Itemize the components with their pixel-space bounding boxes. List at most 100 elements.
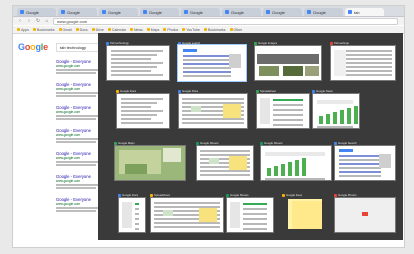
window-thumbnail[interactable]: Google Docs bbox=[118, 193, 146, 233]
bookmark-label: News bbox=[134, 27, 143, 32]
bookmark-8[interactable]: Photos bbox=[163, 28, 178, 32]
window-thumbnail[interactable]: Google Keep bbox=[282, 193, 330, 231]
preview-line bbox=[135, 228, 139, 230]
window-thumbnail[interactable]: Google search bbox=[178, 41, 246, 81]
tab-1[interactable]: Google bbox=[58, 8, 97, 16]
bookmark-2[interactable]: Gmail bbox=[58, 28, 72, 32]
thumbnail-preview bbox=[106, 45, 170, 81]
preview-block bbox=[199, 208, 217, 222]
bookmark-folder-icon bbox=[182, 28, 186, 31]
bookmark-folder-icon bbox=[146, 28, 150, 31]
tab-favicon-icon bbox=[307, 10, 311, 14]
preview-line bbox=[182, 118, 244, 120]
back-arrow-icon[interactable]: ‹ bbox=[17, 18, 23, 24]
tab-3[interactable]: Google bbox=[140, 8, 179, 16]
tab-0[interactable]: Google bbox=[17, 8, 56, 16]
preview-block bbox=[191, 106, 201, 112]
browser-toolbar: ‹ › ↻ ⌂ www.google.com bbox=[13, 17, 404, 25]
preview-line bbox=[273, 109, 303, 111]
bookmark-4[interactable]: Drive bbox=[91, 28, 104, 32]
thumbnail-preview bbox=[312, 93, 360, 129]
home-icon[interactable]: ⌂ bbox=[44, 18, 50, 24]
preview-line bbox=[273, 114, 303, 116]
tab-label: Google bbox=[231, 9, 244, 15]
google-logo[interactable]: Google bbox=[18, 42, 48, 52]
result-snippet bbox=[56, 210, 96, 212]
preview-line bbox=[182, 98, 244, 100]
bookmark-1[interactable]: Bookmarks bbox=[32, 27, 55, 32]
preview-block bbox=[260, 98, 270, 124]
preview-block bbox=[259, 66, 279, 76]
tab-strip: Google Google Google Google Google Google Goog… bbox=[13, 6, 404, 17]
bookmark-7[interactable]: Maps bbox=[146, 28, 159, 32]
thumbnail-preview bbox=[178, 93, 248, 129]
bookmark-3[interactable]: Docs bbox=[75, 27, 88, 32]
tab-favicon-icon bbox=[102, 10, 106, 14]
bookmark-5[interactable]: Calendar bbox=[107, 28, 126, 32]
thumbnail-preview bbox=[114, 145, 186, 181]
tab-4[interactable]: Google bbox=[181, 8, 220, 16]
window-thumbnail[interactable]: Spreadsheet bbox=[256, 89, 310, 129]
bookmark-label: Docs bbox=[79, 27, 88, 32]
tab-2[interactable]: Google bbox=[99, 8, 138, 16]
window-thumbnail[interactable]: Google Maps bbox=[114, 141, 186, 181]
window-thumbnail[interactable]: Google Photos bbox=[334, 193, 396, 233]
preview-block bbox=[362, 212, 368, 216]
preview-block bbox=[305, 66, 319, 76]
tab-label: tab bbox=[354, 9, 360, 15]
bookmark-folder-icon bbox=[163, 28, 167, 31]
window-thumbnail[interactable]: Google Sheets bbox=[226, 193, 274, 233]
preview-line bbox=[183, 75, 231, 77]
bookmark-folder-icon bbox=[32, 28, 36, 31]
bookmark-10[interactable]: Bookmarks bbox=[204, 28, 226, 32]
forward-arrow-icon[interactable]: › bbox=[26, 18, 32, 24]
preview-block bbox=[295, 160, 299, 176]
result-snippet bbox=[56, 164, 96, 166]
preview-line bbox=[111, 70, 151, 72]
tab-favicon-icon bbox=[348, 10, 352, 14]
thumbnail-preview bbox=[260, 145, 332, 181]
bookmark-6[interactable]: News bbox=[130, 28, 143, 32]
preview-block bbox=[347, 108, 351, 124]
window-thumbnail[interactable]: Tab technology bbox=[106, 41, 170, 81]
reload-icon[interactable]: ↻ bbox=[35, 18, 41, 24]
preview-block bbox=[334, 50, 346, 76]
preview-block bbox=[267, 168, 271, 176]
window-thumbnail[interactable]: Google News bbox=[312, 89, 360, 129]
window-thumbnail[interactable]: Google Images bbox=[254, 41, 322, 81]
preview-line bbox=[273, 104, 303, 106]
bookmark-11[interactable]: Other bbox=[229, 27, 243, 32]
window-thumbnail[interactable]: Google Sheets bbox=[196, 141, 254, 181]
preview-line bbox=[121, 106, 151, 108]
preview-line bbox=[135, 223, 139, 225]
preview-line bbox=[183, 71, 231, 73]
preview-line bbox=[135, 213, 139, 215]
window-thumbnail[interactable]: Google Sheets bbox=[260, 141, 332, 181]
window-thumbnail[interactable]: Spreadsheet bbox=[150, 193, 224, 233]
tab-6[interactable]: Google bbox=[263, 8, 302, 16]
preview-line bbox=[121, 114, 157, 116]
tab-5[interactable]: Google bbox=[222, 8, 261, 16]
bookmark-0[interactable]: Apps bbox=[17, 28, 29, 32]
preview-block bbox=[302, 158, 306, 176]
tab-8[interactable]: tab bbox=[345, 8, 384, 16]
preview-block bbox=[274, 166, 278, 176]
tab-7[interactable]: Google bbox=[304, 8, 343, 16]
bookmark-label: Bookmarks bbox=[36, 27, 55, 32]
window-thumbnail[interactable]: Google Docs bbox=[116, 89, 170, 129]
window-thumbnail[interactable]: Google Search bbox=[334, 141, 396, 181]
window-thumbnail[interactable]: Tab settings bbox=[330, 41, 396, 81]
preview-line bbox=[339, 159, 381, 161]
tab-favicon-icon bbox=[20, 10, 24, 14]
thumbnail-preview bbox=[226, 197, 274, 233]
bookmark-9[interactable]: YouTube bbox=[182, 28, 200, 32]
window-thumbnail[interactable]: Google Drive bbox=[178, 89, 248, 129]
bookmark-folder-icon bbox=[58, 28, 62, 31]
tab-label: Google bbox=[313, 9, 326, 15]
tab-favicon-icon bbox=[61, 10, 65, 14]
bookmark-label: Other bbox=[233, 27, 243, 32]
address-bar[interactable]: www.google.com bbox=[53, 17, 398, 25]
thumbnail-preview bbox=[334, 197, 396, 233]
tab-favicon-icon bbox=[143, 10, 147, 14]
preview-line bbox=[182, 122, 244, 124]
